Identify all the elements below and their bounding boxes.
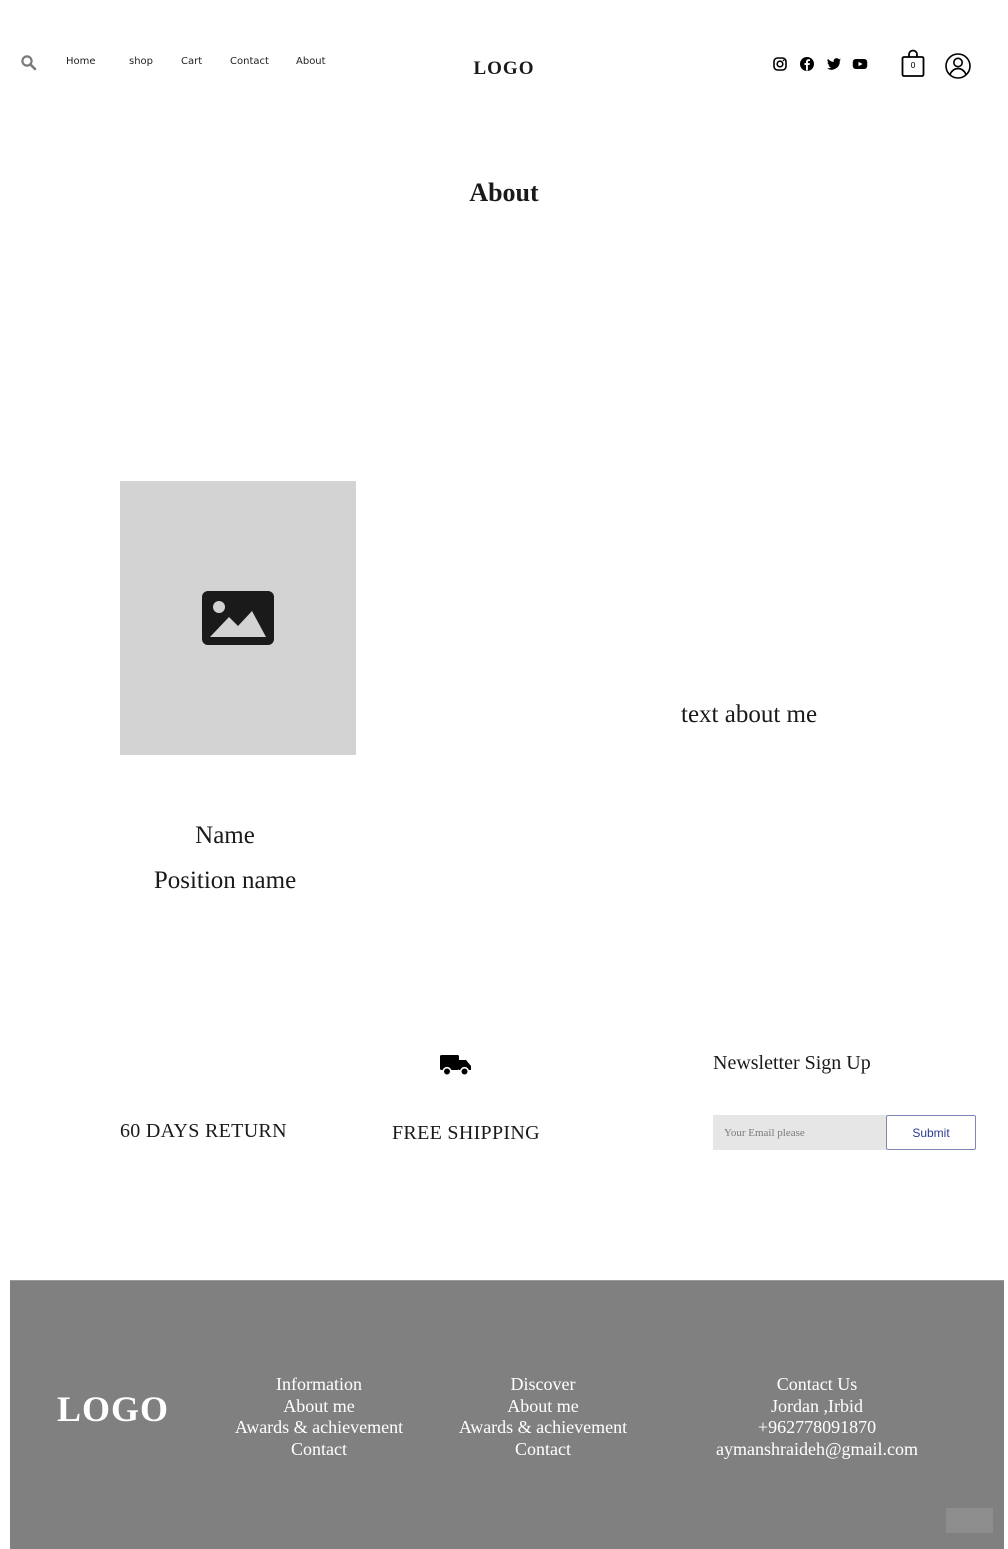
- nav-home[interactable]: Home: [66, 56, 96, 67]
- footer-information-column: Information About me Awards & achievemen…: [209, 1374, 429, 1460]
- nav-shop[interactable]: shop: [129, 56, 153, 67]
- footer-link-about-me[interactable]: About me: [433, 1396, 653, 1418]
- footer-contact-phone: +962778091870: [757, 1417, 877, 1437]
- footer-link-awards[interactable]: Awards & achievement: [209, 1417, 429, 1439]
- shipping-label: FREE SHIPPING: [392, 1122, 540, 1144]
- truck-icon: [440, 1055, 471, 1077]
- image-icon: [202, 591, 274, 645]
- twitter-icon[interactable]: [826, 56, 842, 72]
- profile-position: Position name: [153, 867, 297, 894]
- scroll-to-top-button[interactable]: [946, 1508, 993, 1533]
- footer-discover-title: Discover: [510, 1374, 576, 1394]
- profile-name: Name: [195, 822, 255, 849]
- footer-contact-location: Jordan ,Irbid: [771, 1395, 863, 1416]
- nav-about[interactable]: About: [296, 56, 326, 67]
- footer-link-awards[interactable]: Awards & achievement: [433, 1417, 653, 1439]
- facebook-icon[interactable]: [799, 56, 815, 72]
- footer-information-title: Information: [276, 1374, 362, 1394]
- cart-button[interactable]: 0: [900, 49, 926, 79]
- user-icon[interactable]: [944, 52, 972, 80]
- instagram-icon[interactable]: [772, 56, 788, 72]
- footer-contact-title: Contact Us: [776, 1374, 858, 1394]
- footer-link-contact[interactable]: Contact: [433, 1439, 653, 1461]
- footer-link-contact[interactable]: Contact: [209, 1439, 429, 1461]
- page-title: About: [469, 178, 539, 207]
- header-logo[interactable]: LOGO: [473, 58, 534, 79]
- cart-count: 0: [910, 61, 916, 70]
- submit-button[interactable]: Submit: [886, 1115, 976, 1150]
- youtube-icon[interactable]: [852, 56, 868, 72]
- footer-link-about-me[interactable]: About me: [209, 1396, 429, 1418]
- footer-discover-column: Discover About me Awards & achievement C…: [433, 1374, 653, 1460]
- newsletter-title: Newsletter Sign Up: [713, 1052, 871, 1074]
- footer-logo[interactable]: LOGO: [57, 1388, 169, 1430]
- email-input[interactable]: [713, 1115, 886, 1150]
- profile-image-placeholder: [120, 481, 356, 755]
- nav-cart[interactable]: Cart: [181, 56, 202, 67]
- nav-contact[interactable]: Contact: [230, 56, 269, 67]
- return-label: 60 DAYS RETURN: [120, 1120, 287, 1142]
- about-text: text about me: [681, 701, 818, 728]
- footer-contact-column: Contact Us Jordan ,Irbid +962778091870 a…: [692, 1374, 942, 1460]
- footer-contact-email[interactable]: aymanshraideh@gmail.com: [692, 1439, 942, 1461]
- search-icon[interactable]: [20, 54, 38, 72]
